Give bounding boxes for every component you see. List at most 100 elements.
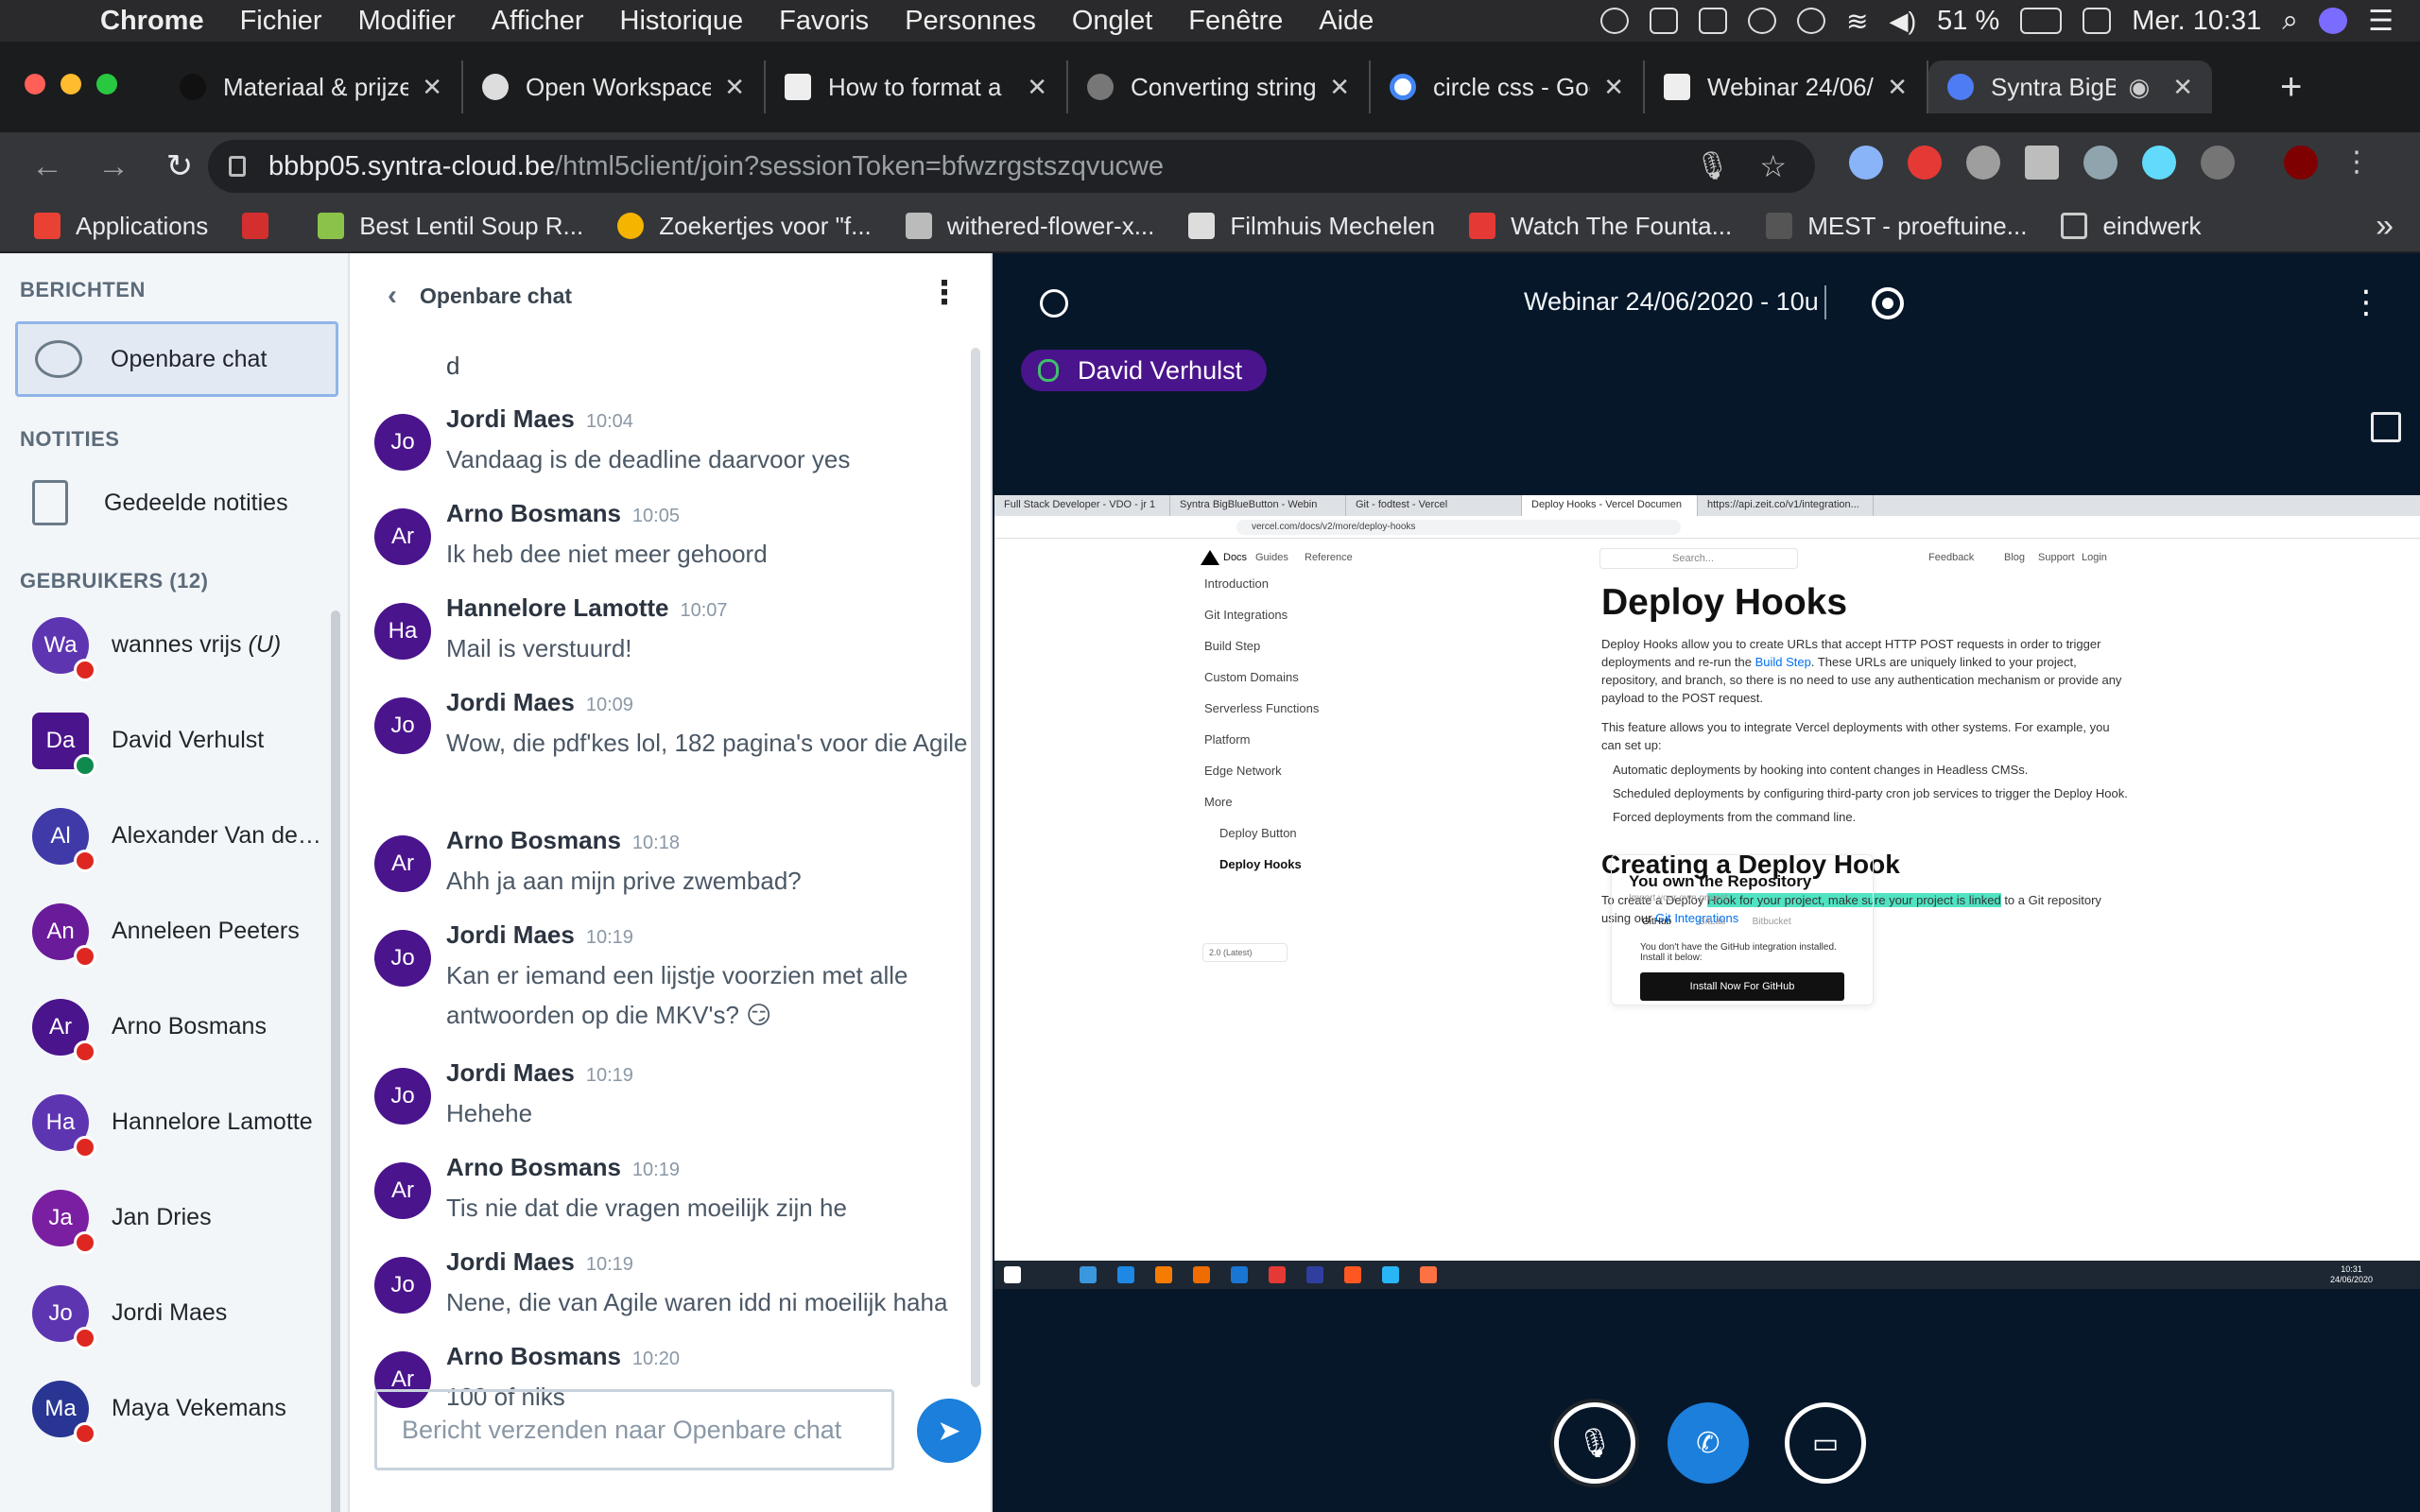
user-list-item[interactable]: Da David Verhulst xyxy=(0,693,331,788)
chat-message-input[interactable]: Bericht verzenden naar Openbare chat xyxy=(374,1389,894,1470)
browser-tab[interactable]: Materiaal & prijze ✕ xyxy=(161,60,463,113)
minimize-window-icon[interactable] xyxy=(60,74,81,94)
bookmark-item[interactable]: Watch The Founta... xyxy=(1469,212,1732,241)
user-list-item[interactable]: Ha Hannelore Lamotte xyxy=(0,1074,331,1170)
userlist-scrollbar[interactable] xyxy=(331,610,340,1512)
bookmark-item[interactable]: Filmhuis Mechelen xyxy=(1188,212,1435,241)
close-tab-icon[interactable]: ✕ xyxy=(2172,73,2193,102)
user-list-item[interactable]: Ma Maya Vekemans xyxy=(0,1361,331,1456)
close-tab-icon[interactable]: ✕ xyxy=(422,73,442,102)
menu-item[interactable]: Personnes xyxy=(905,6,1036,37)
microphone-icon[interactable]: 🎙 xyxy=(1695,150,1730,182)
user-list-toggle-icon[interactable] xyxy=(1040,289,1068,318)
menu-app[interactable]: Chrome xyxy=(100,6,204,37)
lock-icon[interactable] xyxy=(229,156,246,177)
browser-tab[interactable]: circle css - Goog ✕ xyxy=(1371,60,1645,113)
user-list-item[interactable]: Ja Jan Dries xyxy=(0,1170,331,1265)
unmute-button[interactable]: 🎙 xyxy=(1554,1402,1635,1484)
menu-item[interactable]: Fenêtre xyxy=(1188,6,1283,37)
hand-extension-icon[interactable] xyxy=(1908,146,1942,180)
talking-indicator[interactable]: David Verhulst xyxy=(1021,350,1268,391)
react-devtools-icon[interactable] xyxy=(2142,146,2176,180)
menu-item[interactable]: Aide xyxy=(1319,6,1374,37)
chevron-left-icon[interactable]: ‹ xyxy=(388,280,397,312)
browser-tab[interactable]: Webinar 24/06/2 ✕ xyxy=(1645,60,1928,113)
extension-icon[interactable] xyxy=(1849,146,1883,180)
bookmark-item[interactable]: Best Lentil Soup R... xyxy=(318,212,583,241)
message-header: Arno Bosmans 10:18 xyxy=(446,826,974,855)
close-tab-icon[interactable]: ✕ xyxy=(1027,73,1047,102)
bookmark-item[interactable]: MEST - proeftuine... xyxy=(1766,212,2027,241)
bookmark-folder[interactable]: eindwerk xyxy=(2061,212,2202,241)
forward-icon[interactable]: → xyxy=(95,148,132,185)
user-name-text: David Verhulst xyxy=(112,727,265,753)
user-list-item[interactable]: Ar Arno Bosmans xyxy=(0,979,331,1074)
volume-icon[interactable]: ◀) xyxy=(1889,7,1916,36)
bookmark-star-icon[interactable]: ☆ xyxy=(1759,148,1787,184)
bookmark-apps[interactable]: Applications xyxy=(34,212,208,241)
user-list-item[interactable]: Jo Jordi Maes xyxy=(0,1265,331,1361)
browser-tab-active[interactable]: Syntra BigBlu ◉ ✕ xyxy=(1928,60,2212,113)
wifi-icon[interactable]: ≋ xyxy=(1846,6,1868,37)
extension-icon[interactable] xyxy=(1966,146,2000,180)
new-tab-button[interactable]: + xyxy=(2280,66,2302,109)
chat-scrollbar[interactable] xyxy=(971,348,980,1387)
address-bar[interactable]: bbbp05.syntra-cloud.be/html5client/join?… xyxy=(208,140,1815,193)
user-list-item[interactable]: Al Alexander Van den ... xyxy=(0,788,331,884)
battery-percent[interactable]: 51 % xyxy=(1937,6,1999,37)
back-icon[interactable]: ← xyxy=(28,148,66,185)
public-chat-entry[interactable]: Openbare chat xyxy=(15,321,338,397)
close-window-icon[interactable] xyxy=(25,74,45,94)
close-tab-icon[interactable]: ✕ xyxy=(724,73,745,102)
leave-audio-button[interactable]: ✆ xyxy=(1668,1402,1749,1484)
browser-tab[interactable]: Open Workspace ✕ xyxy=(463,60,766,113)
display-icon[interactable] xyxy=(1699,8,1728,34)
menu-item[interactable]: Favoris xyxy=(779,6,869,37)
extension-icon[interactable] xyxy=(2201,146,2235,180)
menu-item[interactable]: Historique xyxy=(620,6,744,37)
bookmark-item[interactable]: withered-flower-x... xyxy=(905,212,1154,241)
more-bookmarks-icon[interactable]: » xyxy=(2376,208,2394,245)
chat-title[interactable]: Openbare chat xyxy=(420,284,572,309)
dropbox-icon[interactable] xyxy=(1650,8,1679,34)
bookmark-item[interactable]: Zoekertjes voor "f... xyxy=(617,212,872,241)
bluetooth-icon[interactable] xyxy=(1797,8,1826,34)
message-sender: Jordi Maes xyxy=(446,688,575,716)
spotlight-search-icon[interactable]: ⌕ xyxy=(2282,5,2298,37)
extension-icon[interactable] xyxy=(2083,146,2118,180)
send-message-button[interactable]: ➤ xyxy=(917,1399,981,1463)
chrome-menu-icon[interactable]: ⋮ xyxy=(2342,146,2377,180)
close-tab-icon[interactable]: ✕ xyxy=(1603,73,1624,102)
recording-icon[interactable] xyxy=(1872,287,1904,319)
close-tab-icon[interactable]: ✕ xyxy=(1887,73,1908,102)
user-list-item[interactable]: Wa wannes vrijs (U) xyxy=(0,597,331,693)
chat-options-icon[interactable]: ⋮ xyxy=(928,274,960,312)
audio-playing-icon[interactable]: ◉ xyxy=(2129,73,2151,102)
close-tab-icon[interactable]: ✕ xyxy=(1329,73,1350,102)
options-icon[interactable]: ⋮ xyxy=(2350,284,2382,321)
reload-icon[interactable]: ↻ xyxy=(161,147,199,185)
fullscreen-icon[interactable] xyxy=(2371,412,2401,442)
browser-tab[interactable]: How to format a ✕ xyxy=(766,60,1068,113)
docs-paragraph: Deploy Hooks allow you to create URLs th… xyxy=(1601,635,2131,707)
menu-item[interactable]: Modifier xyxy=(358,6,456,37)
maximize-window-icon[interactable] xyxy=(96,74,117,94)
battery-icon[interactable] xyxy=(2020,8,2063,34)
browser-tab[interactable]: Converting string ✕ xyxy=(1068,60,1371,113)
menu-item[interactable]: Fichier xyxy=(240,6,322,37)
extension-icon[interactable] xyxy=(2025,146,2059,180)
menubar-clock[interactable]: Mer. 10:31 xyxy=(2132,6,2261,37)
profile-avatar[interactable] xyxy=(2284,146,2318,180)
calendar-icon[interactable] xyxy=(2083,8,2112,34)
siri-icon[interactable] xyxy=(2319,8,2348,34)
bookmark-item[interactable] xyxy=(242,213,284,239)
notification-center-icon[interactable]: ☰ xyxy=(2368,5,2394,38)
menu-item[interactable]: Onglet xyxy=(1072,6,1152,37)
user-list-item[interactable]: An Anneleen Peeters xyxy=(0,884,331,979)
share-webcam-button[interactable]: ▭ xyxy=(1785,1402,1866,1484)
taskbar-app-icon xyxy=(1080,1266,1097,1283)
menu-item[interactable]: Afficher xyxy=(492,6,584,37)
cloud-icon[interactable] xyxy=(1748,8,1777,34)
creative-cloud-icon[interactable] xyxy=(1600,8,1630,34)
shared-notes-entry[interactable]: Gedeelde notities xyxy=(32,480,288,525)
